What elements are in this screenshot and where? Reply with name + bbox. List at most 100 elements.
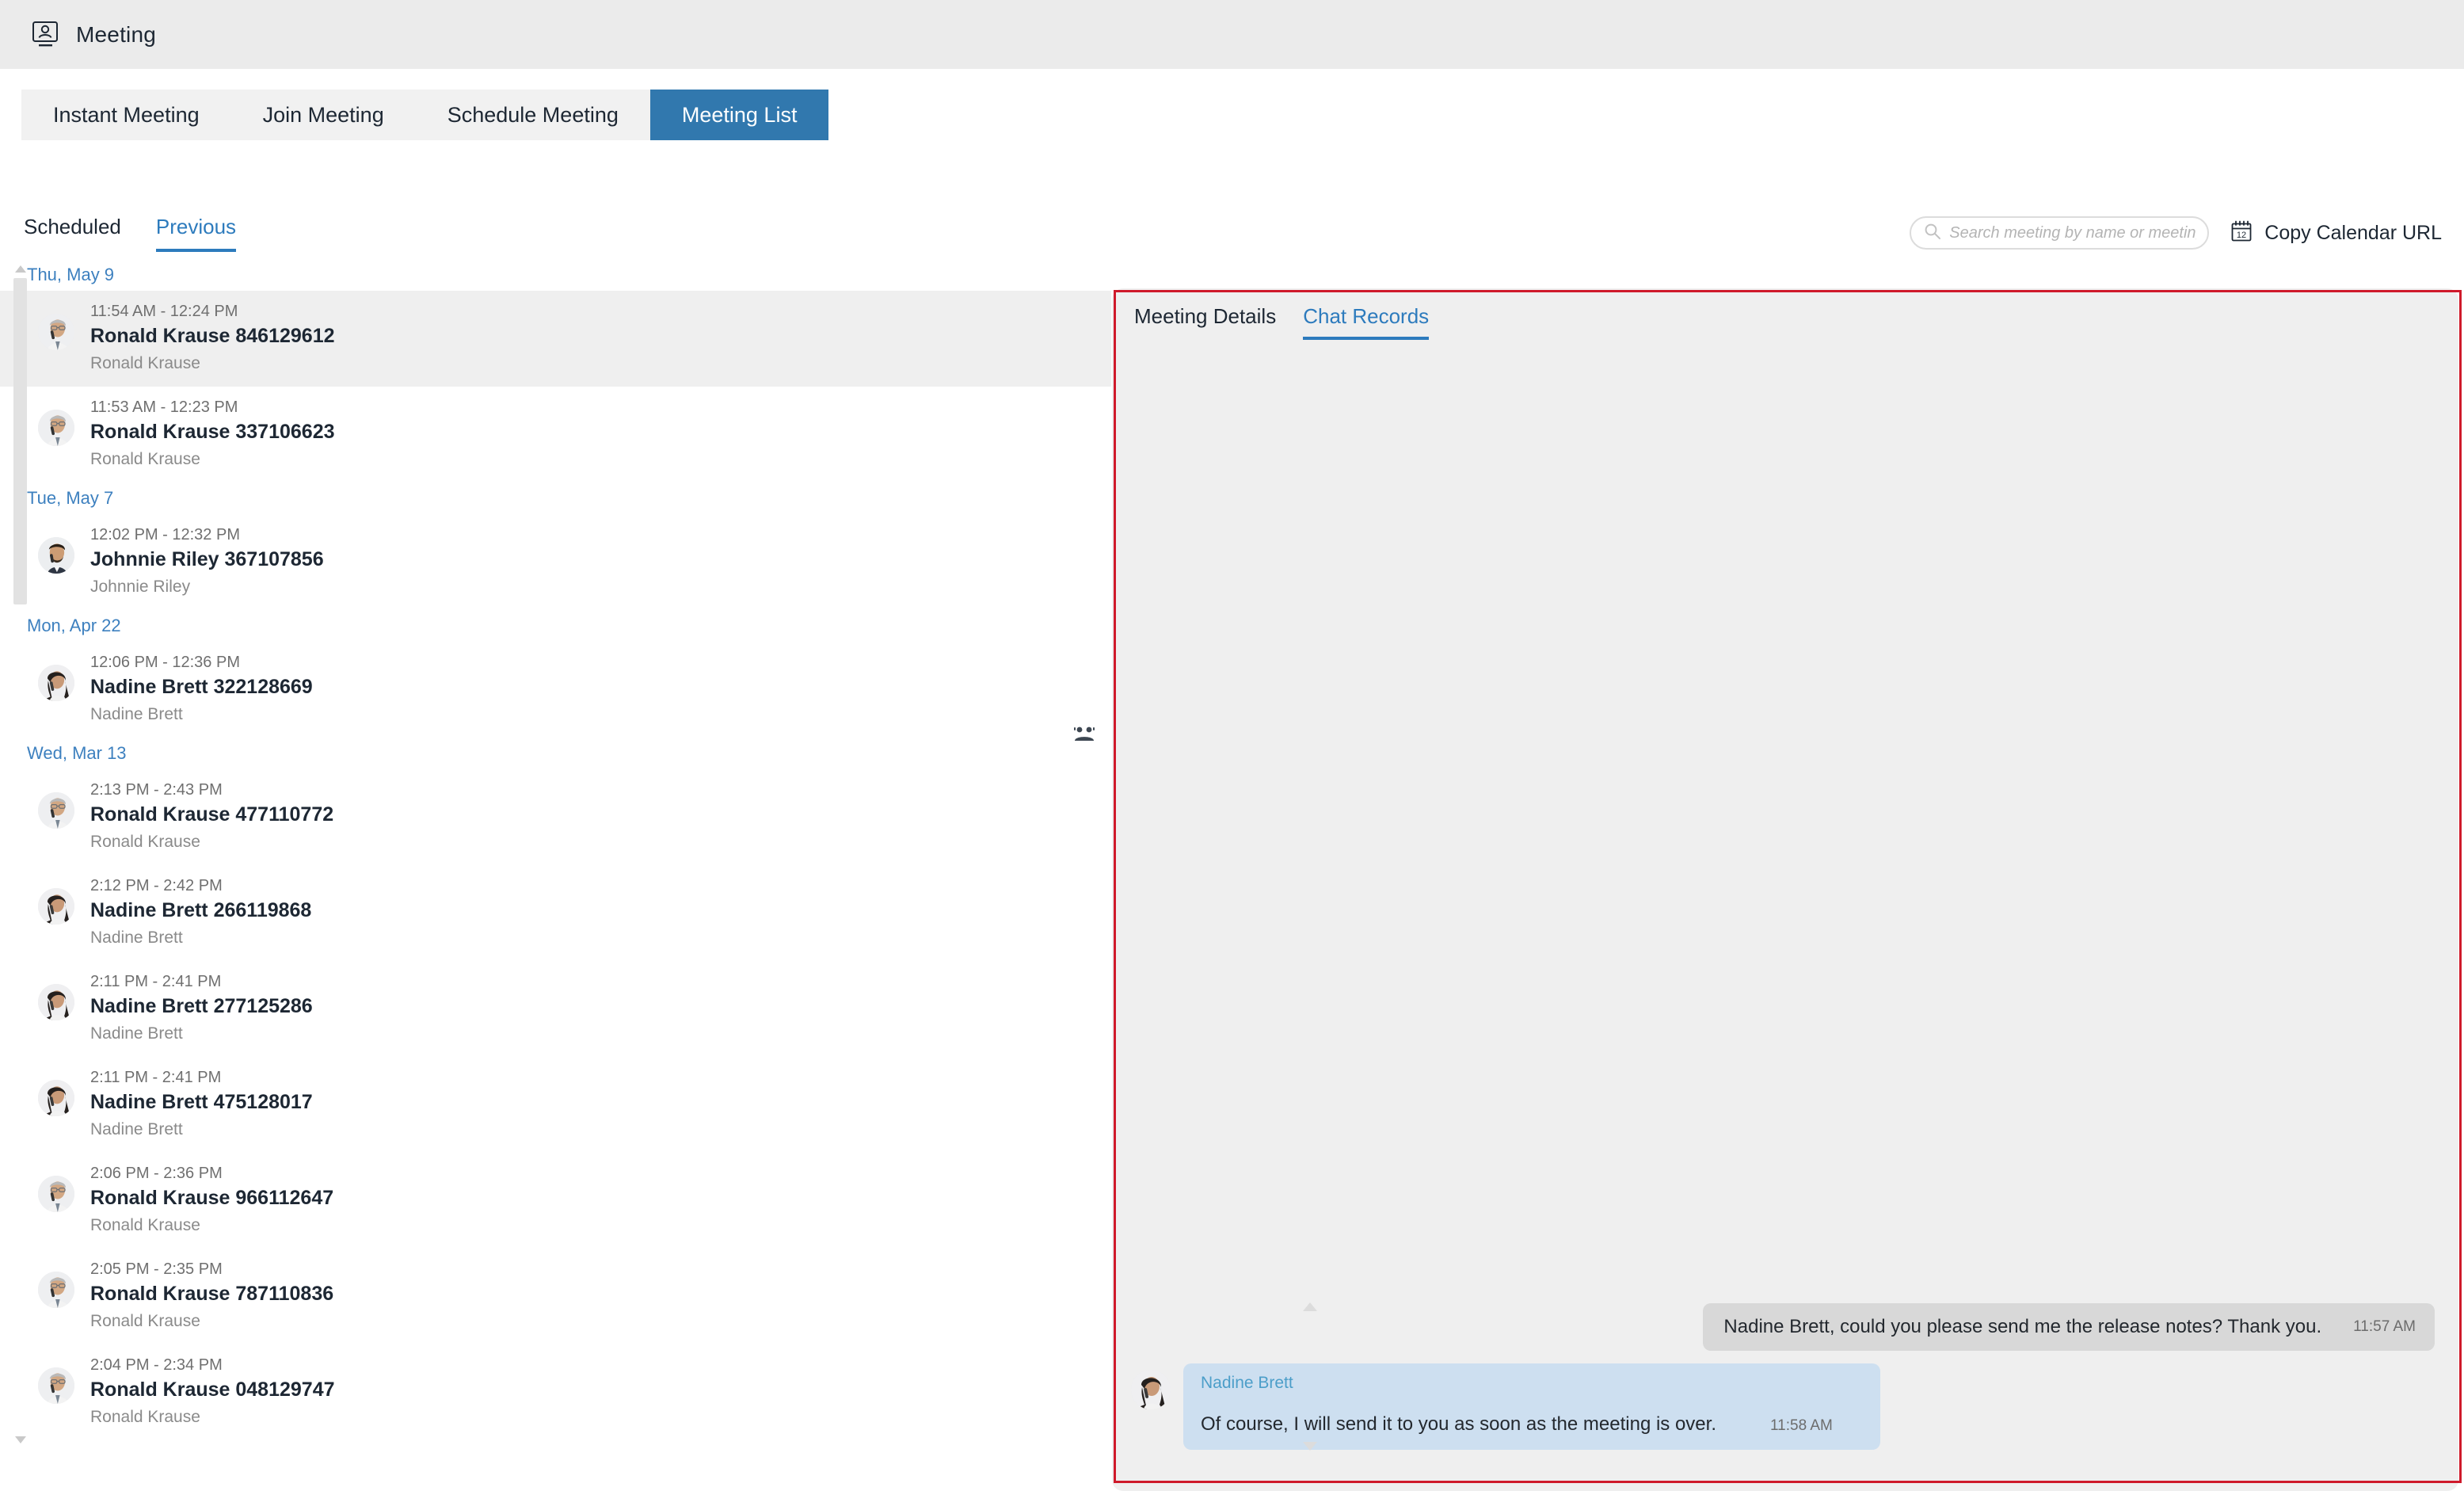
avatar [38,1176,74,1212]
chat-message-time: 11:57 AM [2353,1318,2416,1335]
meeting-list-item[interactable]: 2:01 PM - 2:31 PMRonald Krause 897129723… [0,1440,1111,1452]
chat-scroll-up-arrow-icon[interactable] [1303,1302,1317,1311]
app-title: Meeting [76,21,157,47]
scroll-up-arrow-icon[interactable] [15,265,26,273]
meeting-list-item[interactable]: 2:13 PM - 2:43 PM Ronald Krause 477110772… [0,769,1111,865]
meeting-title: Ronald Krause 787110836 [90,1283,334,1305]
meeting-date-header: Mon, Apr 22 [27,616,121,635]
chat-scroll-down-arrow-icon[interactable] [1303,1442,1317,1451]
tab-schedule-meeting[interactable]: Schedule Meeting [416,90,650,140]
meeting-list-item[interactable]: 11:53 AM - 12:23 PM Ronald Krause 3371066… [0,387,1111,482]
meeting-time-range: 11:53 AM - 12:23 PM [90,398,238,416]
calendar-12-icon: 12 [2230,219,2253,247]
meeting-owner: Ronald Krause [90,833,200,851]
meeting-title: Ronald Krause 048129747 [90,1379,335,1401]
svg-text:12: 12 [2237,231,2246,240]
detail-panel-tabs: Meeting Details Chat Records [1134,304,1430,340]
meeting-owner: Ronald Krause [90,450,200,468]
meeting-title: Ronald Krause 966112647 [90,1187,334,1209]
avatar [1131,1370,1171,1409]
meeting-title: Nadine Brett 322128669 [90,676,313,698]
meeting-list-item[interactable]: 12:06 PM - 12:36 PM Nadine Brett 32212866… [0,642,1111,738]
meeting-owner: Ronald Krause [90,1216,200,1234]
avatar [38,888,74,925]
meeting-list-item[interactable]: 2:04 PM - 2:34 PM Ronald Krause 048129747… [0,1344,1111,1440]
chat-bubble-incoming: Nadine Brett Of course, I will send it t… [1183,1363,1880,1450]
meeting-list-item[interactable]: 11:54 AM - 12:24 PM Ronald Krause 8461296… [0,291,1111,387]
subtab-previous[interactable]: Previous [155,215,237,252]
meeting-list-item[interactable]: 12:02 PM - 12:32 PM Johnnie Riley 3671078… [0,514,1111,610]
meeting-list-subtabs: Scheduled Previous [24,215,237,252]
avatar [38,410,74,446]
meeting-item-info: 2:13 PM - 2:43 PM Ronald Krause 477110772… [90,780,333,854]
app-titlebar: Meeting [0,0,2464,69]
meeting-time-range: 12:06 PM - 12:36 PM [90,654,240,671]
meeting-list-item[interactable]: 2:12 PM - 2:42 PM Nadine Brett 266119868 N… [0,865,1111,961]
meeting-monitor-person-icon [30,20,62,50]
avatar [38,537,74,574]
meeting-item-info: 2:11 PM - 2:41 PM Nadine Brett 277125286 N… [90,971,313,1046]
meeting-time-range: 2:11 PM - 2:41 PM [90,1069,222,1086]
meeting-title: Johnnie Riley 367107856 [90,548,324,570]
chat-sender-name: Nadine Brett [1201,1374,1293,1392]
meeting-item-info: 2:04 PM - 2:34 PM Ronald Krause 048129747… [90,1355,335,1429]
meeting-time-range: 2:13 PM - 2:43 PM [90,781,223,799]
meeting-owner: Nadine Brett [90,1024,183,1043]
meeting-date-header: Tue, May 7 [27,488,114,508]
avatar [38,314,74,350]
meeting-item-info: 2:12 PM - 2:42 PM Nadine Brett 266119868 N… [90,875,311,950]
meeting-date-header: Wed, Mar 13 [27,743,127,763]
meeting-time-range: 2:11 PM - 2:41 PM [90,973,222,990]
avatar [38,984,74,1020]
primary-tab-strip: Instant Meeting Join Meeting Schedule Me… [21,90,829,140]
meeting-time-range: 2:05 PM - 2:35 PM [90,1260,223,1278]
meeting-item-info: 2:05 PM - 2:35 PM Ronald Krause 787110836… [90,1259,333,1333]
meeting-list-item[interactable]: 2:11 PM - 2:41 PM Nadine Brett 277125286 N… [0,961,1111,1057]
scrollbar-thumb[interactable] [13,278,27,604]
scroll-down-arrow-icon[interactable] [15,1436,26,1443]
avatar [38,1272,74,1308]
meeting-list-item[interactable]: 2:11 PM - 2:41 PM Nadine Brett 475128017 N… [0,1057,1111,1153]
meeting-time-range: 11:54 AM - 12:24 PM [90,303,238,320]
main-content: Instant Meeting Join Meeting Schedule Me… [0,69,2464,1491]
meeting-list-pane: Thu, May 9 11:54 AM - 12:24 PM Ronald Krau… [0,259,1111,1452]
group-people-icon [1073,725,1095,742]
search-meeting-box[interactable]: Search meeting by name or meeting nu [1910,216,2210,250]
meeting-title: Nadine Brett 266119868 [90,899,312,921]
tab-meeting-list[interactable]: Meeting List [649,90,829,140]
meeting-owner: Ronald Krause [90,354,200,372]
meeting-owner: Nadine Brett [90,929,183,947]
chat-message-text: Of course, I will send it to you as soon… [1201,1413,1716,1435]
tab-meeting-details[interactable]: Meeting Details [1134,304,1276,340]
meeting-list-item[interactable]: 2:06 PM - 2:36 PM Ronald Krause 966112647… [0,1153,1111,1249]
meeting-item-info: 11:53 AM - 12:23 PM Ronald Krause 3371066… [90,397,335,471]
meeting-owner: Nadine Brett [90,705,183,723]
subtab-scheduled[interactable]: Scheduled [24,215,121,252]
meeting-time-range: 12:02 PM - 12:32 PM [90,526,240,543]
chat-message-time: 11:58 AM [1770,1417,1833,1434]
meeting-time-range: 2:04 PM - 2:34 PM [90,1356,223,1374]
meeting-title: Ronald Krause 477110772 [90,803,334,826]
meeting-item-info: 2:06 PM - 2:36 PM Ronald Krause 966112647… [90,1163,333,1237]
meeting-time-range: 2:12 PM - 2:42 PM [90,877,223,894]
meeting-item-info: 2:11 PM - 2:41 PM Nadine Brett 475128017 N… [90,1067,313,1142]
meeting-date-header: Thu, May 9 [27,265,115,284]
copy-calendar-url-button[interactable]: 12 Copy Calendar URL [2230,219,2442,247]
meeting-item-info: 12:02 PM - 12:32 PM Johnnie Riley 3671078… [90,524,324,599]
tab-join-meeting[interactable]: Join Meeting [231,90,416,140]
avatar [38,1367,74,1404]
meeting-title: Ronald Krause 337106623 [90,421,335,443]
tab-instant-meeting[interactable]: Instant Meeting [21,90,231,140]
chat-message-text: Nadine Brett, could you please send me t… [1723,1316,2322,1337]
meeting-list-scrollbar[interactable] [11,265,30,1454]
chat-message-outgoing: Nadine Brett, could you please send me t… [1131,1303,2435,1351]
meeting-title: Ronald Krause 846129612 [90,325,335,347]
meeting-item-info: 12:06 PM - 12:36 PM Nadine Brett 32212866… [90,652,313,726]
avatar [38,665,74,701]
search-input-placeholder[interactable]: Search meeting by name or meeting nu [1949,224,2196,242]
list-toolbar: Search meeting by name or meeting nu 12 … [1910,216,2442,250]
meeting-list-item[interactable]: 2:05 PM - 2:35 PM Ronald Krause 787110836… [0,1249,1111,1344]
tab-chat-records[interactable]: Chat Records [1303,304,1430,340]
chat-records-area: Nadine Brett, could you please send me t… [1112,364,2458,1489]
meeting-owner: Johnnie Riley [90,578,191,596]
